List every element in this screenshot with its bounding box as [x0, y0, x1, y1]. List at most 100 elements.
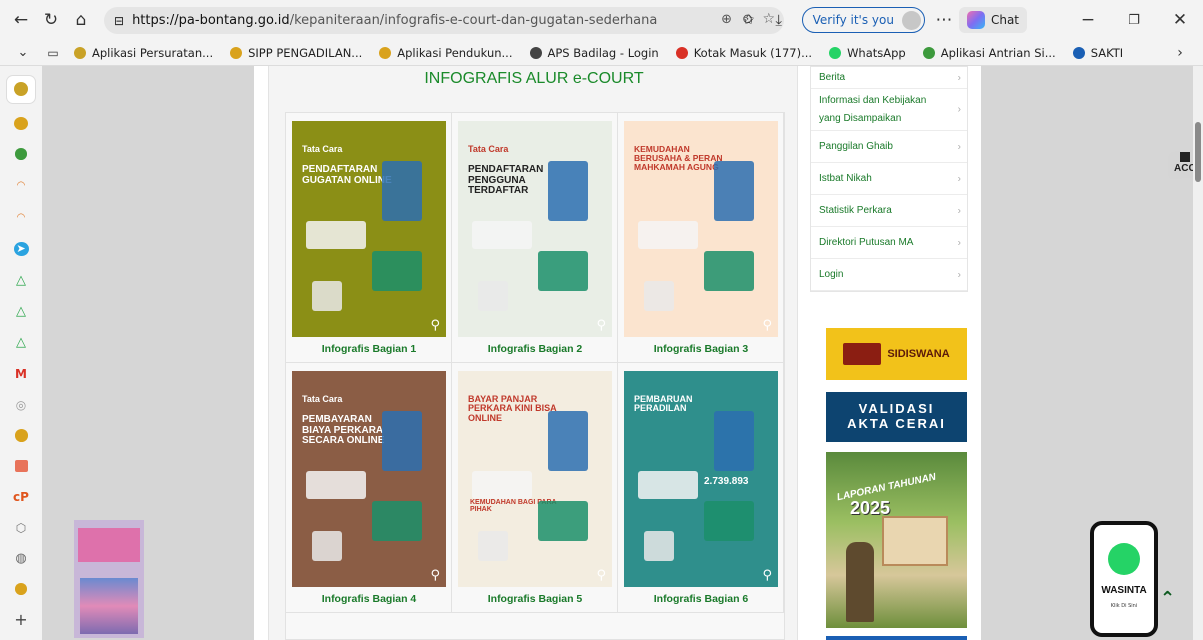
side-menu-item[interactable]: Login › — [811, 259, 967, 291]
copilot-chat-button[interactable]: Chat — [958, 7, 1027, 33]
infographic-caption[interactable]: Infografis Bagian 4 — [286, 593, 452, 605]
more-menu-icon[interactable]: ⋯ — [929, 5, 959, 35]
zoom-magnifier-icon[interactable]: ⚲ — [596, 318, 606, 333]
tab-actions-icon[interactable]: ▭ — [38, 38, 68, 68]
next-banner[interactable] — [826, 636, 967, 640]
bookmarks-bar: ⌄ ▭ Aplikasi Persuratan... SIPP PENGADILA… — [0, 40, 1203, 66]
address-bar[interactable]: ⊟ https://pa-bontang.go.id/kepaniteraan/… — [104, 7, 784, 34]
zoom-magnifier-icon[interactable]: ⚲ — [762, 318, 772, 333]
accessibility-widget[interactable]: ACC — [1168, 148, 1193, 180]
home-icon[interactable]: ⌂ — [66, 5, 96, 35]
infographic-caption[interactable]: Infografis Bagian 5 — [452, 593, 618, 605]
infographic-image[interactable]: PEMBARUAN PERADILAN 2.739.893 ⚲ — [624, 371, 778, 587]
infographic-caption[interactable]: Infografis Bagian 6 — [618, 593, 784, 605]
gmail-icon[interactable]: M — [10, 363, 32, 384]
side-menu-label: Login — [819, 269, 844, 280]
infographic-card[interactable]: Tata Cara PEMBAYARAN BIAYA PERKARA SECARA… — [286, 363, 452, 613]
bookmark-item[interactable]: Aplikasi Antrian Si... — [922, 46, 1056, 60]
bookmark-item[interactable]: Aplikasi Persuratan... — [74, 46, 213, 60]
sidebar-app-14[interactable]: cP — [10, 486, 32, 507]
refresh-icon[interactable]: ↻ — [36, 5, 66, 35]
whatsapp-wasinta-widget[interactable]: WASINTA Klik Di Sini — [1090, 521, 1158, 637]
side-menu-item[interactable]: Panggilan Ghaib › — [811, 131, 967, 163]
sidebar-app-13[interactable] — [14, 459, 28, 473]
infographic-image[interactable]: Tata Cara PENDAFTARAN PENGGUNA TERDAFTAR ⚲ — [458, 121, 612, 337]
bookmark-item[interactable]: Kotak Masuk (177)... — [675, 46, 812, 60]
zoom-magnifier-icon[interactable]: ⚲ — [596, 568, 606, 583]
sidebar-app-2[interactable] — [14, 116, 28, 131]
bookmark-item[interactable]: Aplikasi Pendukun... — [379, 45, 513, 60]
minimize-icon[interactable]: − — [1065, 5, 1111, 35]
bookmark-icon — [922, 46, 935, 59]
infographic-card[interactable]: Tata Cara PENDAFTARAN PENGGUNA TERDAFTAR ⚲… — [452, 113, 618, 363]
verify-label: Verify it's you — [812, 13, 894, 27]
chevron-right-icon[interactable]: › — [1165, 38, 1195, 68]
infographic-illustration — [538, 251, 588, 291]
sidebar-app-3[interactable] — [15, 148, 27, 160]
verify-button[interactable]: Verify it's you — [801, 7, 925, 33]
favorites-icon[interactable]: ✩ — [734, 5, 764, 35]
zoom-magnifier-icon[interactable]: ⚲ — [430, 318, 440, 333]
infographic-image[interactable]: KEMUDAHAN BERUSAHA & PERAN MAHKAMAH AGUN… — [624, 121, 778, 337]
sidebar-app-17[interactable] — [15, 583, 27, 595]
infographic-caption[interactable]: Infografis Bagian 1 — [286, 343, 452, 355]
side-menu-item[interactable]: Istbat Nikah › — [811, 163, 967, 195]
sidebar-app-1[interactable] — [7, 76, 35, 103]
validasi-akta-cerai-banner[interactable]: VALIDASI AKTA CERAI — [826, 392, 967, 442]
page-scrollbar[interactable] — [1193, 66, 1203, 640]
restore-icon[interactable]: ❐ — [1111, 5, 1157, 35]
sidebar-app-4[interactable]: ◠ — [10, 176, 32, 197]
side-menu-item[interactable]: Statistik Perkara › — [811, 195, 967, 227]
back-arrow-icon[interactable]: ← — [6, 5, 36, 35]
drive-icon[interactable]: △ — [10, 270, 32, 291]
bookmark-item[interactable]: SAKTI — [1072, 46, 1123, 60]
infographic-heading: Tata Cara — [468, 144, 509, 154]
whatsapp-icon — [1108, 543, 1140, 575]
drive-icon-3[interactable]: △ — [10, 332, 32, 353]
lady-justice-image — [846, 542, 874, 622]
infographic-card[interactable]: Tata Cara PENDAFTARAN GUGATAN ONLINE ⚲ Info… — [286, 113, 452, 363]
right-column: Berita › Informasi dan Kebijakan yang Disa… — [810, 66, 968, 640]
site-info-icon[interactable]: ⊟ — [114, 14, 124, 28]
scrollbar-thumb[interactable] — [1195, 122, 1201, 182]
scroll-to-top-icon[interactable]: ⌃ — [1160, 588, 1175, 609]
side-menu-item[interactable]: Direktori Putusan MA › — [811, 227, 967, 259]
bookmark-item[interactable]: APS Badilag - Login — [529, 46, 659, 60]
laporan-tahunan-banner[interactable]: LAPORAN TAHUNAN 2025 — [826, 452, 967, 628]
sidebar-app-5[interactable]: ◠ — [10, 207, 32, 228]
sidebar-app-12[interactable] — [14, 429, 28, 442]
download-icon[interactable]: ⤓ — [764, 5, 794, 35]
infographic-subheading: 2.739.893 — [704, 476, 749, 487]
sidebar-app-11[interactable]: ◎ — [10, 394, 32, 415]
infographic-image[interactable]: Tata Cara PENDAFTARAN GUGATAN ONLINE ⚲ — [292, 121, 446, 337]
floating-promo-banner[interactable] — [74, 520, 144, 638]
bookmark-item[interactable]: SIPP PENGADILAN... — [230, 46, 362, 60]
telegram-icon[interactable]: ➤ — [13, 241, 29, 256]
zoom-icon[interactable]: ⊕ — [721, 12, 732, 27]
sidebar-app-15[interactable]: ⬡ — [10, 517, 32, 538]
sidiswana-banner[interactable]: SIDISWANA — [826, 328, 967, 380]
bookmark-label: Aplikasi Pendukun... — [397, 45, 513, 60]
infographic-card[interactable]: KEMUDAHAN BERUSAHA & PERAN MAHKAMAH AGUN… — [618, 113, 784, 363]
infographic-image[interactable]: Tata Cara PEMBAYARAN BIAYA PERKARA SECARA… — [292, 371, 446, 587]
infographic-image[interactable]: BAYAR PANJAR PERKARA KINI BISA ONLINE KEM… — [458, 371, 612, 587]
infographic-caption[interactable]: Infografis Bagian 3 — [618, 343, 784, 355]
add-icon[interactable]: + — [10, 609, 32, 630]
bookmark-icon — [230, 46, 243, 59]
infographic-card[interactable]: PEMBARUAN PERADILAN 2.739.893 ⚲ Infografis … — [618, 363, 784, 613]
infographic-card[interactable]: BAYAR PANJAR PERKARA KINI BISA ONLINE KEM… — [452, 363, 618, 613]
chevron-right-icon: › — [957, 103, 961, 115]
globe-icon[interactable]: ◍ — [10, 548, 32, 569]
drive-icon-2[interactable]: △ — [10, 301, 32, 322]
infographic-illustration — [538, 501, 588, 541]
zoom-magnifier-icon[interactable]: ⚲ — [430, 568, 440, 583]
infographic-illustration — [638, 471, 698, 499]
infographic-caption[interactable]: Infografis Bagian 2 — [452, 343, 618, 355]
side-menu-item[interactable]: Informasi dan Kebijakan yang Disampaikan… — [811, 89, 967, 131]
close-icon[interactable]: ✕ — [1157, 5, 1203, 35]
side-menu-item[interactable]: Berita › — [811, 67, 967, 89]
chevron-down-icon[interactable]: ⌄ — [8, 38, 38, 68]
bookmark-item[interactable]: WhatsApp — [829, 46, 906, 60]
zoom-magnifier-icon[interactable]: ⚲ — [762, 568, 772, 583]
infographic-illustration — [548, 411, 588, 471]
